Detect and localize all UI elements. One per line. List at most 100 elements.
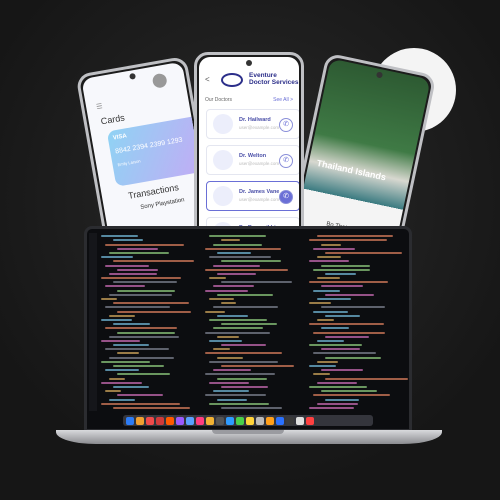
code-line bbox=[217, 251, 252, 254]
destination-title: Thailand Islands bbox=[315, 157, 387, 183]
code-line bbox=[309, 239, 387, 242]
code-line bbox=[109, 272, 157, 275]
code-line bbox=[309, 302, 331, 305]
code-line bbox=[101, 402, 180, 405]
code-line bbox=[113, 344, 150, 347]
dock-app-icon[interactable] bbox=[186, 416, 194, 425]
code-line bbox=[209, 277, 227, 280]
code-line bbox=[105, 306, 170, 309]
dock-app-icon[interactable] bbox=[296, 416, 304, 425]
code-line bbox=[205, 331, 270, 334]
dock-app-icon[interactable] bbox=[286, 416, 294, 425]
code-line bbox=[317, 318, 334, 321]
doctor-card[interactable]: Dr. James Vane user@example.com ✆ bbox=[206, 181, 299, 211]
code-line bbox=[317, 298, 351, 300]
dock-app-icon[interactable] bbox=[236, 416, 244, 425]
dock-app-icon[interactable] bbox=[176, 416, 184, 425]
dock-app-icon[interactable] bbox=[306, 416, 314, 425]
phone-icon[interactable]: ✆ bbox=[279, 190, 293, 204]
dock-app-icon[interactable] bbox=[226, 416, 234, 425]
code-line bbox=[213, 327, 263, 330]
section-heading: Our Doctors bbox=[205, 97, 232, 103]
code-line bbox=[309, 323, 384, 326]
code-pane bbox=[205, 233, 303, 411]
code-line bbox=[109, 335, 179, 338]
code-line bbox=[113, 260, 194, 263]
code-line bbox=[317, 339, 345, 342]
code-line bbox=[117, 394, 163, 397]
doctor-card[interactable]: Dr. Welton user@example.com ✆ bbox=[206, 145, 299, 175]
code-line bbox=[209, 298, 234, 300]
code-line bbox=[205, 268, 289, 271]
see-all-link[interactable]: See All > bbox=[273, 97, 293, 103]
code-line bbox=[321, 390, 377, 393]
code-line bbox=[209, 339, 242, 342]
doctor-avatar bbox=[213, 114, 233, 134]
code-line bbox=[217, 377, 267, 380]
code-line bbox=[313, 268, 371, 271]
code-line bbox=[325, 356, 382, 359]
code-line bbox=[205, 394, 267, 397]
code-line bbox=[309, 385, 367, 388]
dock-app-icon[interactable] bbox=[206, 416, 214, 425]
code-line bbox=[101, 360, 151, 363]
doctor-avatar bbox=[213, 186, 233, 206]
dock-app-icon[interactable] bbox=[136, 416, 144, 425]
code-line bbox=[321, 327, 349, 330]
doctor-name: Dr. Hailward bbox=[239, 117, 271, 123]
back-button[interactable]: < bbox=[205, 75, 210, 84]
dock-app-icon[interactable] bbox=[146, 416, 154, 425]
code-pane bbox=[101, 233, 199, 411]
code-line bbox=[221, 406, 283, 409]
code-line bbox=[217, 314, 248, 317]
code-line bbox=[309, 344, 362, 347]
dock-app-icon[interactable] bbox=[166, 416, 174, 425]
phone-icon[interactable]: ✆ bbox=[279, 118, 293, 132]
transaction-item[interactable]: Sony Playstation bbox=[140, 197, 185, 211]
code-line bbox=[325, 251, 402, 254]
code-line bbox=[217, 398, 248, 401]
dock-app-icon[interactable] bbox=[276, 416, 284, 425]
code-line bbox=[221, 344, 266, 347]
code-line bbox=[321, 348, 360, 351]
code-line bbox=[117, 268, 158, 271]
doctor-name: Dr. Welton bbox=[239, 153, 267, 159]
code-line bbox=[309, 260, 350, 263]
code-line bbox=[113, 385, 150, 388]
avatar[interactable] bbox=[151, 72, 168, 89]
code-line bbox=[313, 394, 390, 397]
dock-app-icon[interactable] bbox=[216, 416, 224, 425]
code-line bbox=[321, 285, 363, 288]
code-line bbox=[101, 277, 181, 280]
dock-app-icon[interactable] bbox=[256, 416, 264, 425]
code-line bbox=[113, 239, 143, 242]
dock-app-icon[interactable] bbox=[156, 416, 164, 425]
code-line bbox=[313, 289, 341, 292]
phone-icon[interactable]: ✆ bbox=[279, 154, 293, 168]
code-line bbox=[221, 365, 294, 367]
code-line bbox=[317, 402, 359, 405]
code-line bbox=[105, 327, 178, 330]
doctor-email: user@example.com bbox=[239, 197, 280, 202]
code-pane bbox=[309, 233, 409, 411]
code-line bbox=[313, 352, 377, 355]
doctor-email: user@example.com bbox=[239, 125, 280, 130]
code-line bbox=[221, 323, 277, 326]
transactions-heading: Transactions bbox=[127, 182, 180, 201]
code-line bbox=[321, 369, 364, 372]
dock-app-icon[interactable] bbox=[266, 416, 274, 425]
code-line bbox=[325, 377, 409, 380]
code-line bbox=[221, 385, 269, 388]
code-line bbox=[205, 352, 282, 355]
code-line bbox=[213, 369, 251, 372]
logo-icon bbox=[221, 73, 243, 87]
menu-icon[interactable]: ☰ bbox=[96, 102, 103, 111]
dock-app-icon[interactable] bbox=[126, 416, 134, 425]
code-line bbox=[209, 256, 272, 259]
dock bbox=[123, 415, 373, 426]
code-line bbox=[313, 331, 385, 334]
dock-app-icon[interactable] bbox=[196, 416, 204, 425]
dock-app-icon[interactable] bbox=[246, 416, 254, 425]
code-line bbox=[213, 390, 249, 393]
doctor-card[interactable]: Dr. Hailward user@example.com ✆ bbox=[206, 109, 299, 139]
